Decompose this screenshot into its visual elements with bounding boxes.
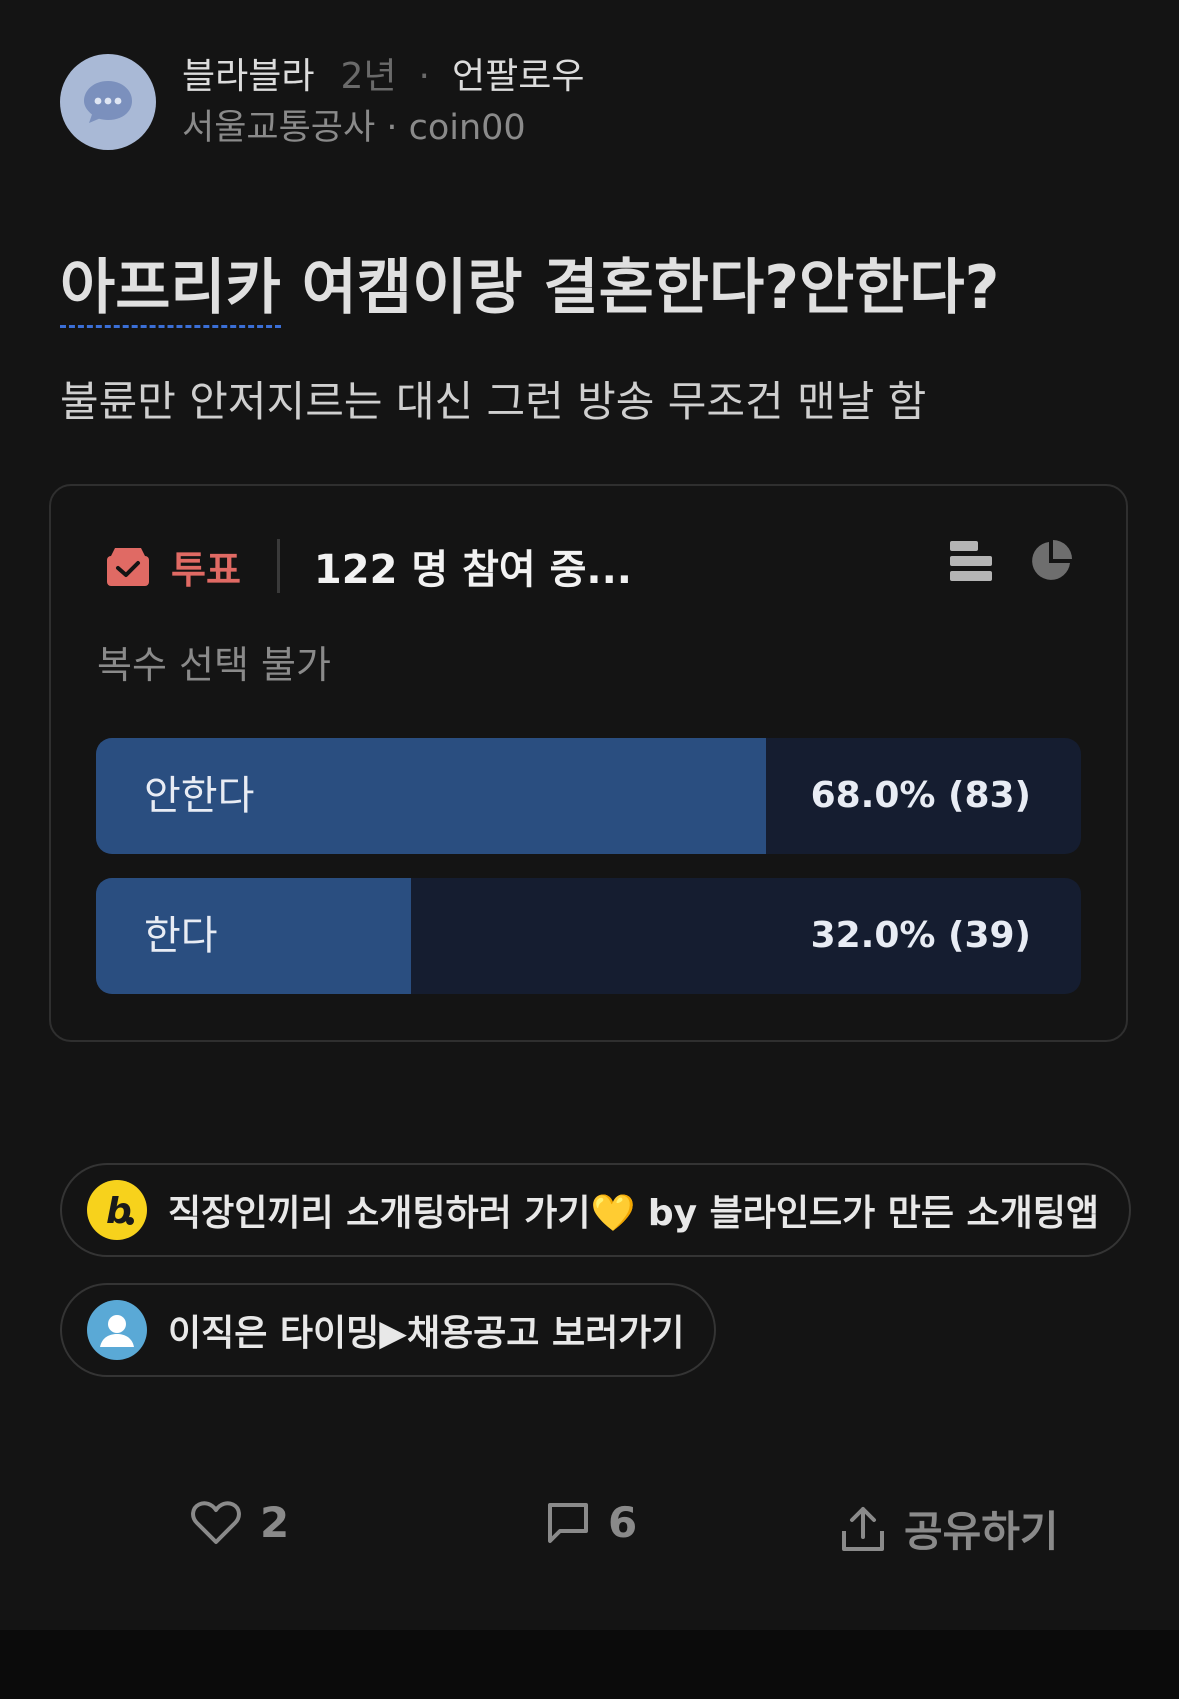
bar-chart-view-icon[interactable] bbox=[950, 539, 992, 583]
share-button[interactable]: 공유하기 bbox=[840, 1498, 1059, 1559]
share-icon bbox=[842, 1506, 884, 1551]
bottom-bar bbox=[0, 1630, 1179, 1699]
poll-option-label: 한다 bbox=[144, 913, 218, 959]
post-title: 아프리카 여캠이랑 결혼한다?안한다? bbox=[60, 250, 1000, 328]
title-text: 여캠이랑 결혼한다?안한다? bbox=[280, 253, 1000, 323]
company-line: 서울교통공사 · coin00 bbox=[182, 108, 526, 148]
single-choice-note: 복수 선택 불가 bbox=[97, 643, 331, 687]
svg-text:b: b bbox=[106, 1191, 132, 1232]
avatar[interactable] bbox=[60, 54, 156, 150]
share-label: 공유하기 bbox=[904, 1507, 1059, 1556]
poll-divider bbox=[276, 539, 280, 593]
poll-card: 투표 122 명 참여 중... 복수 선택 불가 안한다 68.0% (83)… bbox=[49, 484, 1128, 1042]
like-button[interactable]: 2 bbox=[190, 1498, 289, 1547]
author-name[interactable]: 블라블라 bbox=[182, 55, 314, 99]
poll-option[interactable]: 한다 32.0% (39) bbox=[96, 878, 1081, 994]
unfollow-button[interactable]: 언팔로우 bbox=[452, 55, 584, 99]
poll-option-result: 68.0% (83) bbox=[810, 775, 1031, 816]
post-header: 블라블라 2년 · 언팔로우 서울교통공사 · coin00 bbox=[60, 54, 584, 150]
post-body: 불륜만 안저지르는 대신 그런 방송 무조건 맨날 함 bbox=[60, 377, 927, 426]
chat-bubble-icon bbox=[84, 81, 132, 123]
poll-option-result: 32.0% (39) bbox=[810, 915, 1031, 956]
poll-label: 투표 bbox=[171, 547, 241, 592]
comment-count: 6 bbox=[608, 1498, 638, 1547]
blind-b-icon: b bbox=[87, 1180, 147, 1240]
job-posting-banner[interactable]: 이직은 타이밍▶채용공고 보러가기 bbox=[60, 1283, 717, 1377]
participant-count: 122 명 참여 중... bbox=[313, 547, 632, 593]
poll-option[interactable]: 안한다 68.0% (83) bbox=[96, 738, 1081, 854]
poll-option-label: 안한다 bbox=[144, 773, 255, 819]
ballot-box-icon bbox=[107, 548, 149, 586]
comment-icon bbox=[548, 1502, 588, 1543]
post-actions: 2 6 공유하기 bbox=[0, 1498, 1179, 1558]
heart-icon bbox=[191, 1500, 241, 1544]
post-time: 2년 bbox=[340, 56, 397, 97]
comment-button[interactable]: 6 bbox=[546, 1498, 637, 1547]
job-posting-banner-text: 이직은 타이밍▶채용공고 보러가기 bbox=[168, 1313, 685, 1354]
dating-app-banner[interactable]: b 직장인끼리 소개팅하러 가기💛 by 블라인드가 만든 소개팅앱 bbox=[60, 1163, 1132, 1257]
like-count: 2 bbox=[260, 1498, 290, 1547]
keyword-link[interactable]: 아프리카 bbox=[60, 253, 281, 328]
person-icon bbox=[87, 1300, 147, 1360]
dating-app-banner-text: 직장인끼리 소개팅하러 가기💛 by 블라인드가 만든 소개팅앱 bbox=[168, 1193, 1100, 1234]
pie-chart-view-icon[interactable] bbox=[1028, 538, 1074, 584]
separator-dot: · bbox=[418, 56, 430, 97]
